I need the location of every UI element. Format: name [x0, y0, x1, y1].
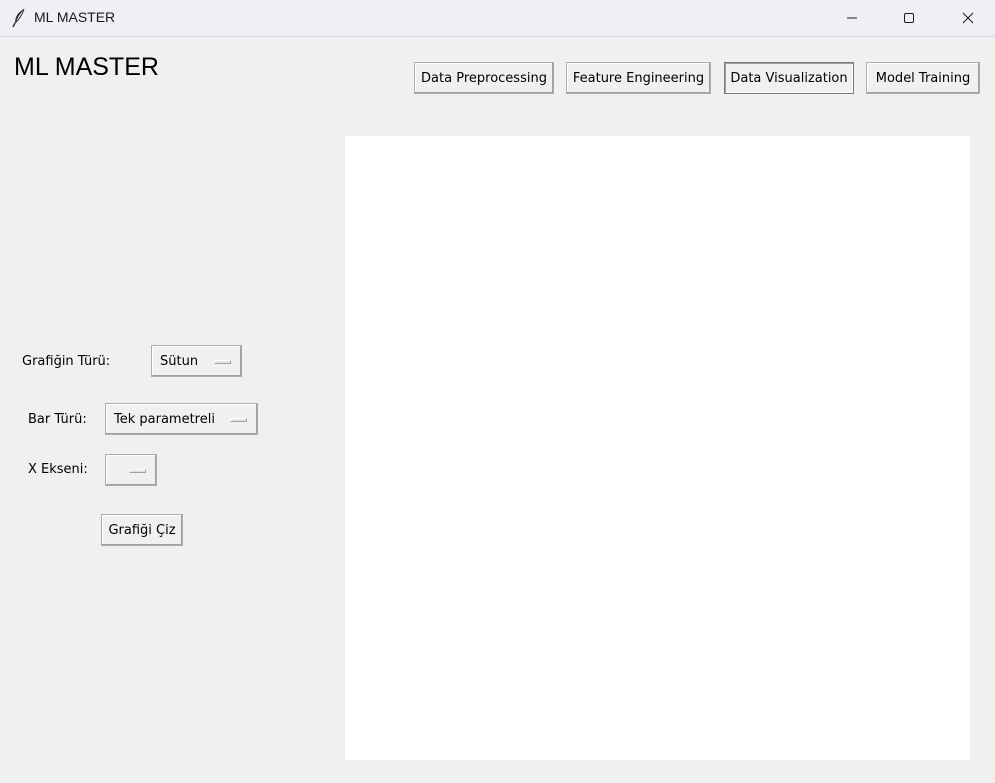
feature-engineering-button[interactable]: Feature Engineering [566, 62, 711, 94]
bar-type-label: Bar Türü: [28, 412, 87, 427]
window-title: ML MASTER [34, 9, 116, 25]
title-bar[interactable]: ML MASTER [0, 0, 995, 37]
dropdown-indicator-icon [230, 418, 247, 422]
model-training-button[interactable]: Model Training [866, 62, 980, 94]
minimize-button[interactable] [829, 0, 875, 37]
app-title: ML MASTER [14, 53, 159, 81]
dropdown-indicator-icon [129, 469, 146, 473]
minimize-icon [846, 9, 858, 28]
x-axis-label: X Ekseni: [28, 462, 88, 477]
maximize-icon [903, 9, 915, 28]
draw-chart-button[interactable]: Grafiği Çiz [101, 514, 183, 546]
bar-type-value: Tek parametreli [114, 411, 215, 427]
dropdown-indicator-icon [214, 360, 231, 364]
app-window: ML MASTER ML MASTER Data Preprocessing F… [0, 0, 995, 783]
chart-type-dropdown[interactable]: Sütun [151, 345, 242, 377]
close-button[interactable] [945, 0, 991, 37]
close-icon [962, 9, 974, 28]
data-visualization-button[interactable]: Data Visualization [724, 62, 854, 94]
chart-type-value: Sütun [160, 353, 199, 369]
plot-canvas [345, 136, 970, 760]
feather-icon [12, 8, 26, 28]
chart-type-label: Grafiğin Türü: [22, 354, 111, 369]
x-axis-dropdown[interactable] [105, 454, 157, 486]
bar-type-dropdown[interactable]: Tek parametreli [105, 403, 258, 435]
data-preprocessing-button[interactable]: Data Preprocessing [414, 62, 554, 94]
maximize-button[interactable] [886, 0, 932, 37]
